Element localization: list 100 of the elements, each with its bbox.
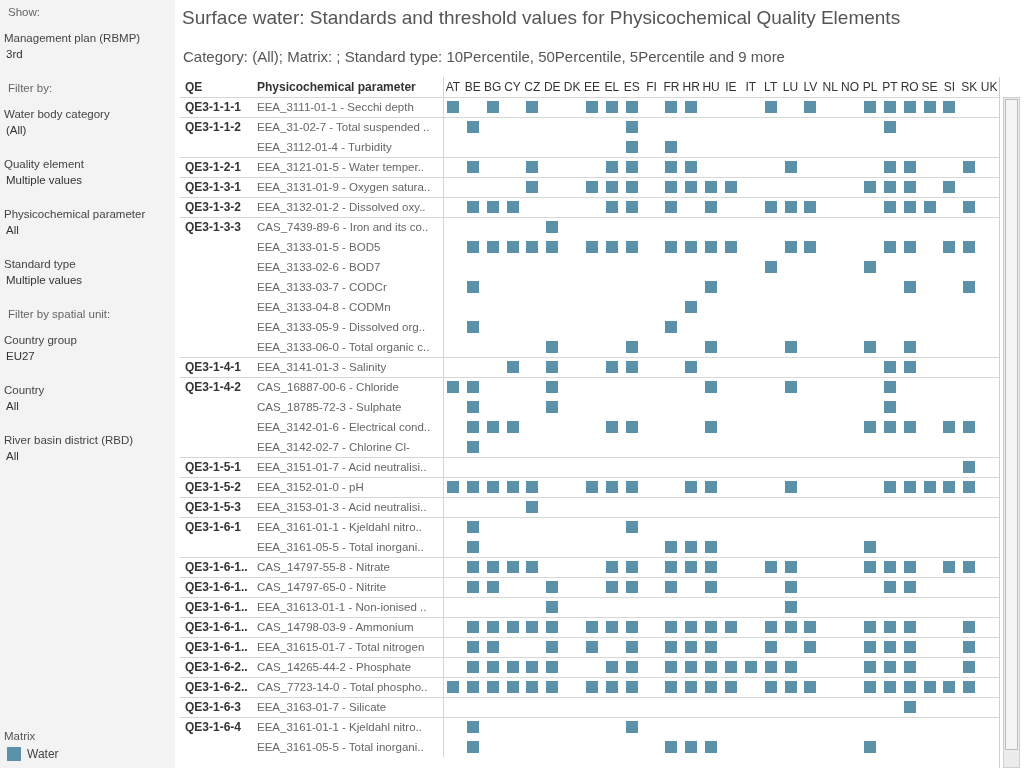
- parameter-cell: EEA_3133-04-8 - CODMn: [257, 300, 391, 314]
- parameter-cell: CAS_16887-00-6 - Chloride: [257, 380, 399, 394]
- filter-value: All: [6, 449, 19, 464]
- qe-cell: QE3-1-6-1: [185, 520, 242, 534]
- country-header: IT: [745, 80, 757, 94]
- country-header: IE: [725, 80, 737, 94]
- parameter-cell: EEA_3121-01-5 - Water temper..: [257, 160, 425, 174]
- country-header: DK: [563, 80, 581, 94]
- section-heading: Show:: [8, 5, 40, 20]
- country-header: DE: [543, 80, 561, 94]
- scrollbar-thumb[interactable]: [1005, 99, 1018, 750]
- country-header: CZ: [524, 80, 541, 94]
- country-header: LV: [803, 80, 818, 94]
- section-heading: Filter by:: [8, 81, 53, 96]
- legend-label: Water: [27, 747, 59, 761]
- qe-cell: QE3-1-4-1: [185, 360, 242, 374]
- qe-cell: QE3-1-1-1: [185, 100, 242, 114]
- qe-cell: QE3-1-4-2: [185, 380, 242, 394]
- parameter-cell: CAS_7723-14-0 - Total phospho..: [257, 680, 428, 694]
- parameter-cell: EEA_3112-01-4 - Turbidity: [257, 140, 392, 154]
- country-header: FI: [646, 80, 657, 94]
- filter-label: Water body category: [4, 107, 110, 122]
- parameter-cell: EEA_3161-05-5 - Total inorgani..: [257, 540, 424, 554]
- country-header: AT: [445, 80, 461, 94]
- country-header: SI: [943, 80, 956, 94]
- parameter-cell: EEA_3142-01-6 - Electrical cond..: [257, 420, 431, 434]
- parameter-cell: EEA_3153-01-3 - Acid neutralisi..: [257, 500, 427, 514]
- country-header: NL: [822, 80, 838, 94]
- qe-cell: QE3-1-6-3: [185, 700, 242, 714]
- parameter-cell: EEA_3161-01-1 - Kjeldahl nitro..: [257, 520, 422, 534]
- parameter-cell: EEA_3133-02-6 - BOD7: [257, 260, 381, 274]
- qe-cell: QE3-1-5-3: [185, 500, 242, 514]
- country-header: LU: [782, 80, 799, 94]
- qe-cell: QE3-1-6-4: [185, 720, 242, 734]
- qe-cell: QE3-1-6-1..: [185, 560, 248, 574]
- qe-cell: QE3-1-1-2: [185, 120, 242, 134]
- country-header: BE: [464, 80, 481, 94]
- country-header: EE: [583, 80, 600, 94]
- filter-value: 3rd: [6, 47, 23, 62]
- filter-label: Country: [4, 383, 45, 398]
- parameter-cell: EEA_3133-06-0 - Total organic c..: [257, 340, 430, 354]
- parameter-cell: EEA_3151-01-7 - Acid neutralisi..: [257, 460, 427, 474]
- country-header: SE: [921, 80, 938, 94]
- qe-cell: QE3-1-6-2..: [185, 680, 248, 694]
- parameter-cell: EEA_31615-01-7 - Total nitrogen: [257, 640, 425, 654]
- parameter-cell: EEA_3152-01-0 - pH: [257, 480, 364, 494]
- country-header: CY: [504, 80, 521, 94]
- qe-cell: QE3-1-3-3: [185, 220, 242, 234]
- dashboard-subtitle: Category: (All); Matrix: ; Standard type: 10Percentile, 50Percentile, 5Percentile and 9 more: [183, 48, 785, 66]
- parameter-cell: EEA_31613-01-1 - Non-ionised ..: [257, 600, 427, 614]
- filter-value: Multiple values: [6, 273, 83, 288]
- country-header: ES: [623, 80, 640, 94]
- parameter-cell: EEA_3133-01-5 - BOD5: [257, 240, 381, 254]
- filter-label: Physicochemical parameter: [4, 207, 146, 222]
- country-header: NO: [841, 80, 860, 94]
- column-header: QE: [185, 80, 203, 94]
- country-header: HU: [702, 80, 720, 94]
- qe-cell: QE3-1-5-2: [185, 480, 242, 494]
- qe-cell: QE3-1-6-1..: [185, 580, 248, 594]
- column-header: Physicochemical parameter: [257, 80, 416, 94]
- country-header: EL: [604, 80, 620, 94]
- qe-cell: QE3-1-6-1..: [185, 620, 248, 634]
- parameter-cell: EEA_31-02-7 - Total suspended ..: [257, 120, 430, 134]
- scrollbar[interactable]: [1003, 97, 1020, 768]
- section-heading: Filter by spatial unit:: [8, 307, 111, 322]
- country-header: PL: [862, 80, 878, 94]
- parameter-cell: EEA_3131-01-9 - Oxygen satura..: [257, 180, 431, 194]
- qe-cell: QE3-1-6-1..: [185, 600, 248, 614]
- filter-label: River basin district (RBD): [4, 433, 134, 448]
- qe-cell: QE3-1-5-1: [185, 460, 242, 474]
- filter-value: All: [6, 223, 19, 238]
- parameter-cell: EEA_3161-01-1 - Kjeldahl nitro..: [257, 720, 422, 734]
- country-header: PT: [882, 80, 898, 94]
- parameter-cell: EEA_3161-05-5 - Total inorgani..: [257, 740, 424, 754]
- parameter-cell: CAS_14265-44-2 - Phosphate: [257, 660, 412, 674]
- parameter-cell: EEA_3142-02-7 - Chlorine Cl-: [257, 440, 410, 454]
- qe-cell: QE3-1-3-1: [185, 180, 242, 194]
- parameter-cell: EEA_3133-03-7 - CODCr: [257, 280, 387, 294]
- filter-value: EU27: [6, 349, 35, 364]
- country-header: HR: [682, 80, 700, 94]
- legend-title: Matrix: [4, 729, 36, 744]
- parameter-cell: EEA_3132-01-2 - Dissolved oxy..: [257, 200, 426, 214]
- filter-label: Quality element: [4, 157, 84, 172]
- qe-cell: QE3-1-6-2..: [185, 660, 248, 674]
- parameter-cell: CAS_7439-89-6 - Iron and its co..: [257, 220, 429, 234]
- parameter-cell: EEA_3111-01-1 - Secchi depth: [257, 100, 414, 114]
- filter-value: All: [6, 399, 19, 414]
- qe-cell: QE3-1-3-2: [185, 200, 242, 214]
- parameter-cell: CAS_14798-03-9 - Ammonium: [257, 620, 414, 634]
- parameter-cell: EEA_3163-01-7 - Silicate: [257, 700, 387, 714]
- filter-label: Standard type: [4, 257, 76, 272]
- qe-cell: QE3-1-6-1..: [185, 640, 248, 654]
- country-header: BG: [483, 80, 502, 94]
- filter-label: Country group: [4, 333, 77, 348]
- parameter-cell: EEA_3141-01-3 - Salinity: [257, 360, 387, 374]
- country-header: SK: [961, 80, 978, 94]
- parameter-cell: CAS_14797-55-8 - Nitrate: [257, 560, 390, 574]
- dashboard-title: Surface water: Standards and threshold values for Physicochemical Quality Elements: [182, 7, 901, 29]
- filter-value: Multiple values: [6, 173, 83, 188]
- country-header: RO: [900, 80, 919, 94]
